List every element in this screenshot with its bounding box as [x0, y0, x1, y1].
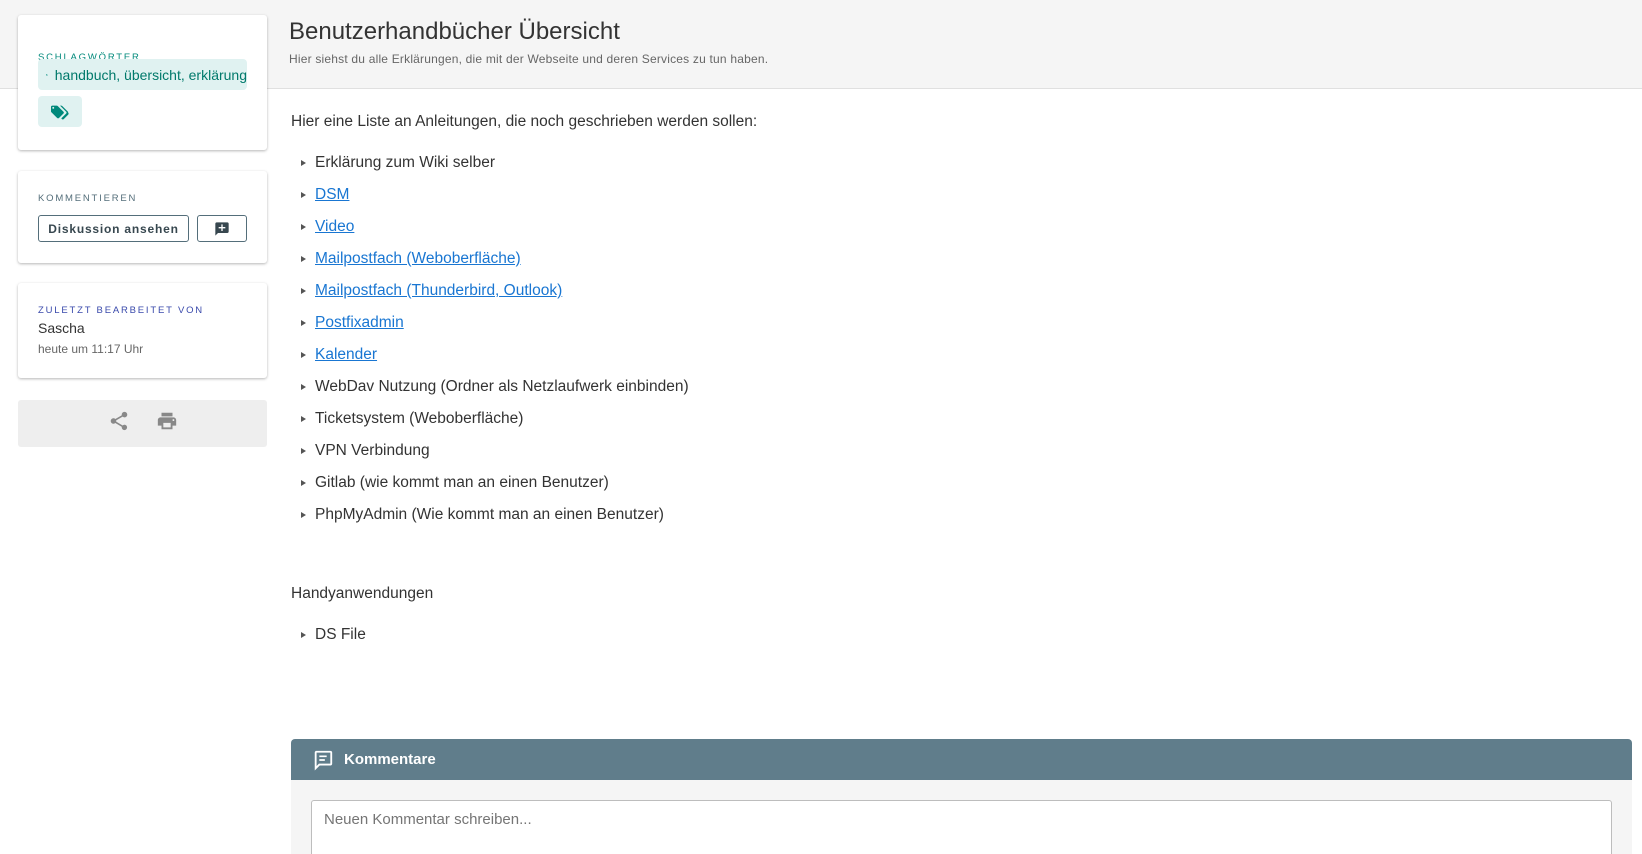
comment-card: KOMMENTIEREN Diskussion ansehen — [18, 171, 267, 263]
printer-icon — [157, 412, 176, 430]
guide-list: Erklärung zum Wiki selber DSM Video Mail… — [291, 153, 1621, 537]
list-item-text: VPN Verbindung — [315, 442, 430, 459]
list-item: VPN Verbindung — [291, 441, 1621, 473]
list-item: Video — [291, 217, 1621, 249]
main-content: Hier eine Liste an Anleitungen, die noch… — [291, 113, 1621, 657]
print-button[interactable] — [156, 410, 178, 437]
list-item: Mailpostfach (Thunderbird, Outlook) — [291, 281, 1621, 313]
comments-title: Kommentare — [344, 751, 436, 768]
list-item: Mailpostfach (Weboberfläche) — [291, 249, 1621, 281]
list-item: WebDav Nutzung (Ordner als Netzlaufwerk … — [291, 377, 1621, 409]
list-item-text: WebDav Nutzung (Ordner als Netzlaufwerk … — [315, 378, 689, 395]
list-item: Erklärung zum Wiki selber — [291, 153, 1621, 185]
new-comment-input[interactable] — [311, 800, 1612, 854]
list-item-text: Gitlab (wie kommt man an einen Benutzer) — [315, 474, 609, 491]
list-item-link[interactable]: Kalender — [315, 346, 377, 363]
comments-header: Kommentare — [291, 739, 1632, 780]
last-edited-label: ZULETZT BEARBEITET VON — [38, 305, 204, 316]
last-edited-name: Sascha — [38, 320, 85, 336]
tag-icon — [46, 73, 48, 76]
comment-plus-icon — [215, 221, 229, 236]
share-icon — [110, 411, 127, 431]
list-item-link[interactable]: Video — [315, 218, 354, 235]
last-edited-time: heute um 11:17 Uhr — [38, 342, 144, 356]
page-subtitle: Hier siehst du alle Erklärungen, die mit… — [289, 52, 769, 66]
list-item: DS File — [291, 625, 1621, 657]
comments-body — [291, 780, 1632, 854]
list-item-text: DS File — [315, 626, 366, 643]
list-item: Kalender — [291, 345, 1621, 377]
last-edited-card: ZULETZT BEARBEITET VON Sascha heute um 1… — [18, 283, 267, 378]
list-item: Postfixadmin — [291, 313, 1621, 345]
list-item-text: Erklärung zum Wiki selber — [315, 154, 496, 171]
list-item-link[interactable]: Mailpostfach (Thunderbird, Outlook) — [315, 282, 562, 299]
list-item-link[interactable]: Mailpostfach (Weboberfläche) — [315, 250, 521, 267]
share-button[interactable] — [108, 410, 130, 437]
list-item: PhpMyAdmin (Wie kommt man an einen Benut… — [291, 505, 1621, 537]
list-item-text: Ticketsystem (Weboberfläche) — [315, 410, 524, 427]
add-comment-button[interactable] — [197, 215, 247, 242]
tags-card: SCHLAGWÖRTER handbuch, übersicht, erklär… — [18, 15, 267, 150]
list-item: Ticketsystem (Weboberfläche) — [291, 409, 1621, 441]
page-title: Benutzerhandbücher Übersicht — [289, 18, 620, 45]
list-item: DSM — [291, 185, 1621, 217]
list-item-text: PhpMyAdmin (Wie kommt man an einen Benut… — [315, 506, 664, 523]
intro-text: Hier eine Liste an Anleitungen, die noch… — [291, 113, 758, 130]
all-tags-button[interactable] — [38, 96, 82, 127]
comment-text-icon — [314, 750, 333, 770]
tag-chip-text: handbuch, übersicht, erklärung — [54, 66, 247, 83]
page-actions — [18, 400, 267, 447]
list-item: Gitlab (wie kommt man an einen Benutzer) — [291, 473, 1621, 505]
list-item-link[interactable]: DSM — [315, 186, 349, 203]
section-title-mobile: Handyanwendungen — [291, 585, 434, 602]
comment-label: KOMMENTIEREN — [38, 193, 138, 204]
tag-chip[interactable]: handbuch, übersicht, erklärung — [38, 59, 247, 90]
view-discussion-button[interactable]: Diskussion ansehen — [38, 215, 189, 242]
list-item-link[interactable]: Postfixadmin — [315, 314, 404, 331]
tags-icon — [51, 105, 69, 119]
mobile-list: DS File — [291, 625, 1621, 657]
